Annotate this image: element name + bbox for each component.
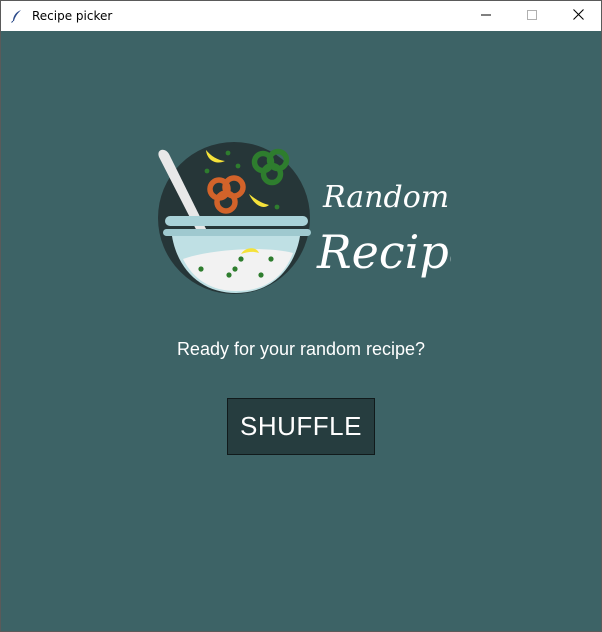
maximize-button[interactable] — [509, 1, 555, 31]
minimize-icon — [481, 7, 491, 25]
app-window: Recipe picker Random Recip Ready for you… — [0, 0, 602, 632]
window-controls — [463, 1, 601, 31]
salad-bowl-icon: Random Recipe — [158, 142, 476, 294]
window-title: Recipe picker — [32, 9, 113, 23]
logo-word-random: Random — [322, 180, 449, 215]
close-icon — [572, 7, 584, 25]
title-bar[interactable]: Recipe picker — [1, 1, 601, 31]
logo-word-recipe: Recipe — [316, 225, 451, 279]
main-content: Random Recipe Ready for your random reci… — [1, 31, 601, 631]
feather-icon — [10, 9, 24, 23]
minimize-button[interactable] — [463, 1, 509, 31]
prompt-text: Ready for your random recipe? — [176, 339, 426, 359]
close-button[interactable] — [555, 1, 601, 31]
shuffle-button[interactable]: SHUFFLE — [227, 398, 375, 455]
logo: Random Recipe — [151, 141, 476, 306]
maximize-icon — [527, 7, 537, 25]
